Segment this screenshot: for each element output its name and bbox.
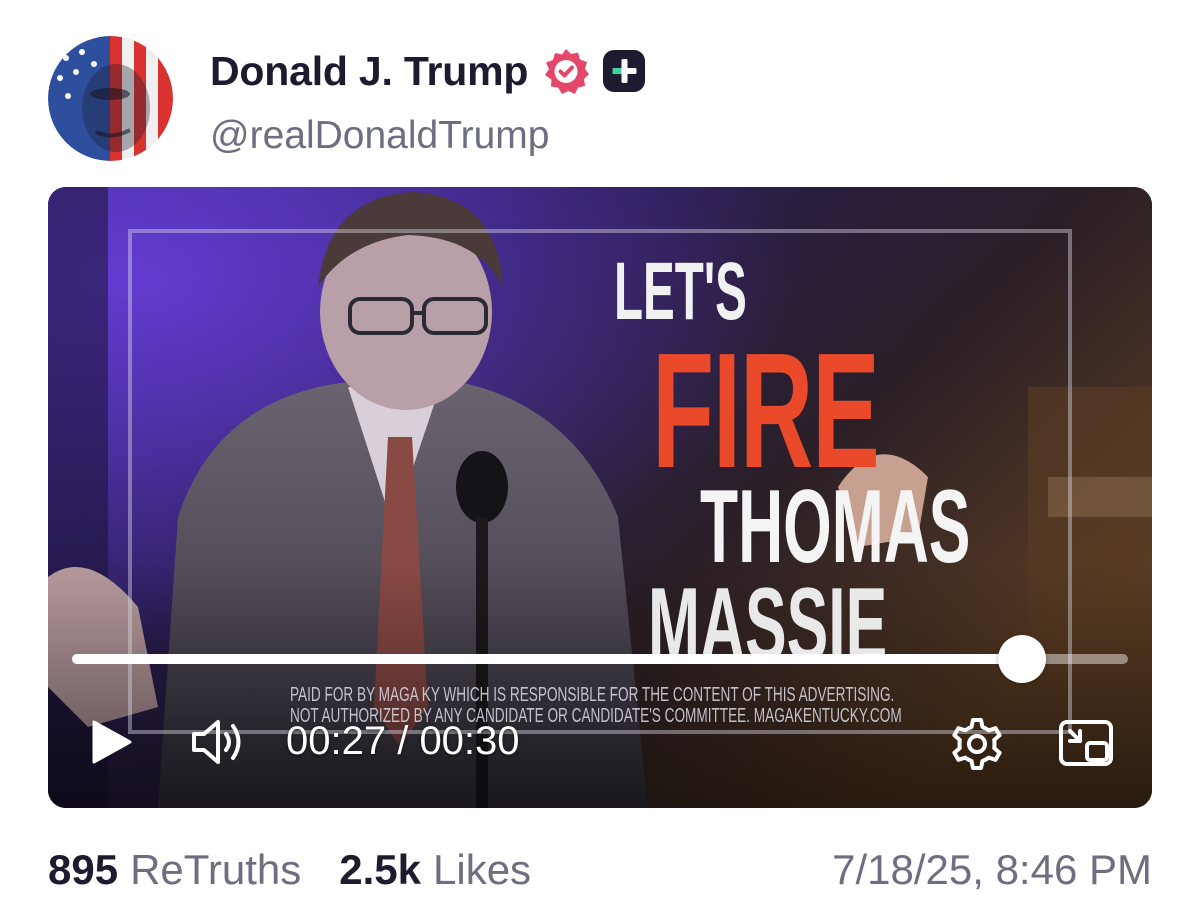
video-player[interactable]: LET'S FIRE THOMAS MASSIE PAID FOR BY MAG… — [48, 187, 1152, 808]
post-header: Donald J. Trump @realDonaldTrump — [48, 36, 1152, 166]
retruths-count[interactable]: 895 — [48, 846, 118, 894]
volume-icon[interactable] — [190, 716, 248, 768]
flag-portrait-avatar-icon — [48, 36, 173, 161]
name-row: Donald J. Trump — [210, 46, 646, 96]
retruths-label[interactable]: ReTruths — [130, 846, 301, 894]
time-display: 00:27 / 00:30 — [286, 719, 520, 763]
likes-label[interactable]: Likes — [433, 846, 531, 894]
display-name[interactable]: Donald J. Trump — [210, 48, 528, 95]
handle[interactable]: @realDonaldTrump — [210, 114, 549, 158]
play-icon[interactable] — [88, 719, 134, 765]
gear-icon[interactable] — [950, 717, 1004, 771]
ad-headline-thomas: THOMAS — [700, 469, 971, 585]
verified-badge-icon — [545, 49, 590, 94]
ad-disclaimer-line1: PAID FOR BY MAGA KY WHICH IS RESPONSIBLE… — [290, 684, 895, 706]
progress-thumb[interactable] — [998, 635, 1046, 683]
picture-in-picture-icon[interactable] — [1058, 719, 1114, 769]
progress-bar[interactable] — [72, 635, 1128, 683]
plus-badge-icon — [603, 50, 646, 92]
avatar[interactable] — [48, 36, 173, 161]
progress-fill — [72, 654, 1022, 664]
post-timestamp[interactable]: 7/18/25, 8:46 PM — [832, 842, 1152, 898]
likes-count[interactable]: 2.5k — [339, 846, 421, 894]
post-stats: 895 ReTruths 2.5k Likes — [48, 842, 531, 898]
